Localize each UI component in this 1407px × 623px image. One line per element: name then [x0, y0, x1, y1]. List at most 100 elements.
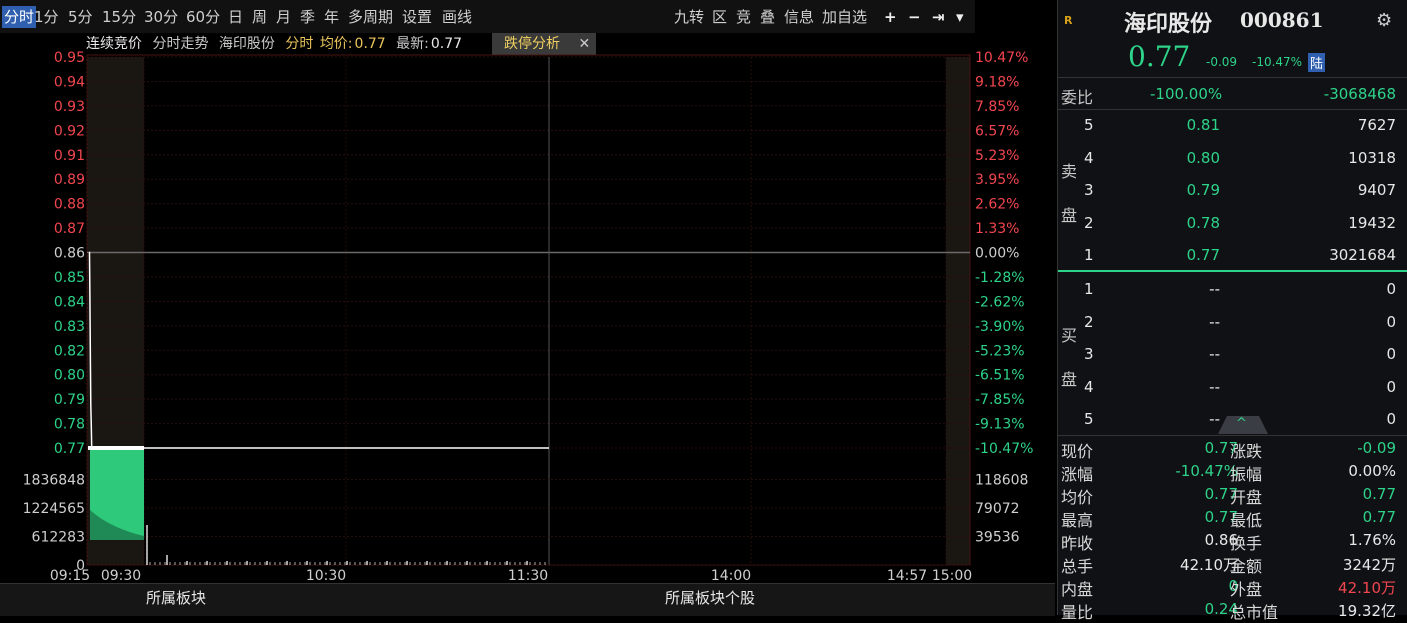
sell-level: 5: [1084, 116, 1094, 134]
y-right-tick: 1.33%: [975, 221, 1019, 237]
r-badge: R: [1064, 14, 1073, 27]
current-price: 0.77: [1128, 40, 1191, 73]
y-right-tick: 6.57%: [975, 123, 1019, 139]
y-left-tick: 0.80: [54, 368, 85, 384]
y-right-tick: -7.85%: [975, 392, 1025, 408]
stat-label: 内盘: [1061, 580, 1094, 599]
period-tab-13[interactable]: 画线: [440, 6, 474, 28]
y-right-tick: 5.23%: [975, 148, 1019, 164]
period-tab-3[interactable]: 15分: [100, 6, 138, 28]
x-tick: 15:00: [932, 568, 972, 583]
sell-price: 0.78: [1186, 213, 1220, 232]
stat-label: 金额: [1230, 557, 1263, 576]
period-tab-0[interactable]: 分时: [2, 6, 37, 28]
x-tick: 09:30: [101, 568, 141, 583]
stat-label: 换手: [1230, 534, 1263, 553]
stat-label: 总市值: [1230, 603, 1279, 622]
stat-value: 0.77: [1362, 485, 1396, 503]
sector-stocks-title[interactable]: 所属板块个股: [665, 587, 755, 608]
period-tab-4[interactable]: 30分: [142, 6, 180, 28]
period-tab-12[interactable]: 设置: [400, 6, 434, 28]
sell-label-2: 盘: [1061, 206, 1078, 225]
stat-label: 均价: [1061, 488, 1094, 507]
period-tab-8[interactable]: 月: [274, 6, 293, 28]
sell-level: 1: [1084, 246, 1094, 264]
stat-label: 量比: [1061, 603, 1094, 622]
y-right-tick: -10.47%: [975, 441, 1033, 457]
volume-right-tick: 118608: [975, 473, 1028, 489]
x-tick: 10:30: [306, 568, 346, 583]
buy-price: --: [1209, 280, 1220, 298]
collapse-button[interactable]: ^: [1218, 416, 1268, 434]
y-left-tick: 0.79: [54, 392, 85, 408]
buy-price: --: [1209, 345, 1220, 363]
weibi-label: 委比: [1061, 88, 1094, 107]
period-tab-1[interactable]: 1分: [32, 6, 61, 28]
sell-label-1: 卖: [1061, 162, 1078, 181]
gear-icon[interactable]: ⚙: [1376, 10, 1392, 31]
y-right-tick: 3.95%: [975, 172, 1019, 188]
y-right-tick: -3.90%: [975, 319, 1025, 335]
buy-price: --: [1209, 312, 1220, 331]
stat-value: 0.00%: [1348, 462, 1396, 480]
sell-price: 0.77: [1186, 246, 1220, 264]
buy-volume: 0: [1386, 280, 1396, 298]
y-right-tick: -6.51%: [975, 368, 1025, 384]
stat-value: 19.32亿: [1338, 602, 1396, 620]
y-left-tick: 0.83: [54, 319, 85, 335]
minus-icon[interactable]: −: [908, 6, 921, 28]
period-tab-7[interactable]: 周: [250, 6, 269, 28]
jump-end-icon[interactable]: ⇥: [932, 6, 945, 28]
period-tab-11[interactable]: 多周期: [346, 6, 395, 28]
y-right-tick: -1.28%: [975, 270, 1025, 286]
buy-level: 4: [1084, 377, 1094, 396]
y-right-tick: 7.85%: [975, 99, 1019, 115]
right-tool-2[interactable]: 竞: [736, 6, 751, 28]
spread-divider: [1058, 270, 1407, 272]
buy-level: 2: [1084, 312, 1094, 331]
period-tab-9[interactable]: 季: [298, 6, 317, 28]
y-left-tick: 0.94: [54, 74, 85, 90]
buy-volume: 0: [1386, 345, 1396, 363]
y-left-tick: 0.88: [54, 197, 85, 213]
volume-right-tick: 79072: [975, 501, 1020, 517]
period-tab-2[interactable]: 5分: [66, 6, 95, 28]
y-left-tick: 0.82: [54, 343, 85, 359]
volume-left-tick: 1836848: [23, 473, 85, 489]
sell-level: 2: [1084, 213, 1094, 232]
period-tab-10[interactable]: 年: [322, 6, 341, 28]
intraday-chart[interactable]: 0.95 10.47% 0.94 9.18% 0.93 7.85% 0.92 6.57% 0.9…: [0, 33, 1055, 583]
dropdown-icon[interactable]: ▾: [956, 6, 964, 28]
right-tool-0[interactable]: 九转: [674, 6, 704, 28]
period-tab-6[interactable]: 日: [226, 6, 245, 28]
right-tool-5[interactable]: 加自选: [822, 6, 867, 28]
y-left-tick: 0.92: [54, 123, 85, 139]
y-left-tick: 0.84: [54, 294, 85, 310]
right-tool-3[interactable]: 叠: [760, 6, 775, 28]
y-right-tick: 0.00%: [975, 246, 1019, 262]
stat-label: 外盘: [1230, 580, 1263, 599]
right-tool-4[interactable]: 信息: [784, 6, 814, 28]
right-tool-1[interactable]: 区: [712, 6, 727, 28]
stat-value: 1.76%: [1348, 531, 1396, 549]
sell-level: 4: [1084, 148, 1094, 167]
stat-value: 0.77: [1362, 508, 1396, 526]
sell-volume: 7627: [1357, 116, 1396, 134]
stock-name: 海印股份: [1124, 11, 1213, 37]
y-right-tick: 10.47%: [975, 50, 1028, 66]
x-tick: 09:15: [50, 568, 90, 583]
sell-price: 0.81: [1186, 116, 1220, 134]
y-left-tick: 0.93: [54, 99, 85, 115]
stat-label: 现价: [1061, 442, 1094, 461]
volume-right-tick: 39536: [975, 530, 1020, 546]
plus-icon[interactable]: +: [884, 6, 897, 28]
sector-title[interactable]: 所属板块: [146, 587, 206, 608]
chevron-up-icon: ^: [1236, 416, 1247, 431]
period-tab-5[interactable]: 60分: [184, 6, 222, 28]
stat-label: 涨跌: [1230, 442, 1263, 461]
stat-label: 振幅: [1230, 465, 1263, 484]
buy-volume: 0: [1386, 312, 1396, 331]
stat-label: 最低: [1230, 511, 1263, 530]
buy-price: --: [1209, 410, 1220, 428]
y-right-tick: -5.23%: [975, 343, 1025, 359]
